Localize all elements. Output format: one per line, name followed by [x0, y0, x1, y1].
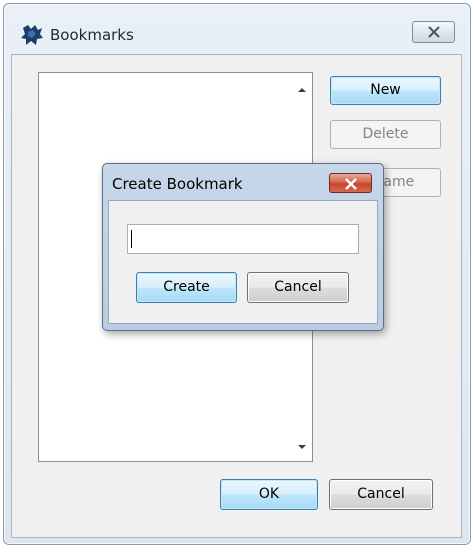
cancel-button[interactable]: Cancel [329, 479, 433, 510]
delete-button[interactable]: Delete [330, 120, 441, 149]
close-icon [344, 178, 357, 190]
text-caret [131, 230, 132, 248]
dialog-close-button[interactable] [329, 173, 372, 193]
dialog-title: Create Bookmark [112, 175, 243, 193]
close-icon [427, 26, 440, 38]
dialog-cancel-button[interactable]: Cancel [247, 272, 349, 303]
ok-button[interactable]: OK [220, 479, 318, 510]
bookmark-name-input[interactable] [127, 224, 359, 254]
new-button[interactable]: New [330, 76, 441, 105]
dialog-client-area [108, 200, 378, 324]
window-title: Bookmarks [50, 26, 134, 44]
window-close-button[interactable] [412, 21, 455, 43]
scroll-down-arrow-icon[interactable] [298, 445, 306, 449]
bookmarks-app-icon [19, 22, 45, 48]
create-button[interactable]: Create [136, 272, 237, 303]
scroll-up-arrow-icon[interactable] [298, 88, 306, 92]
